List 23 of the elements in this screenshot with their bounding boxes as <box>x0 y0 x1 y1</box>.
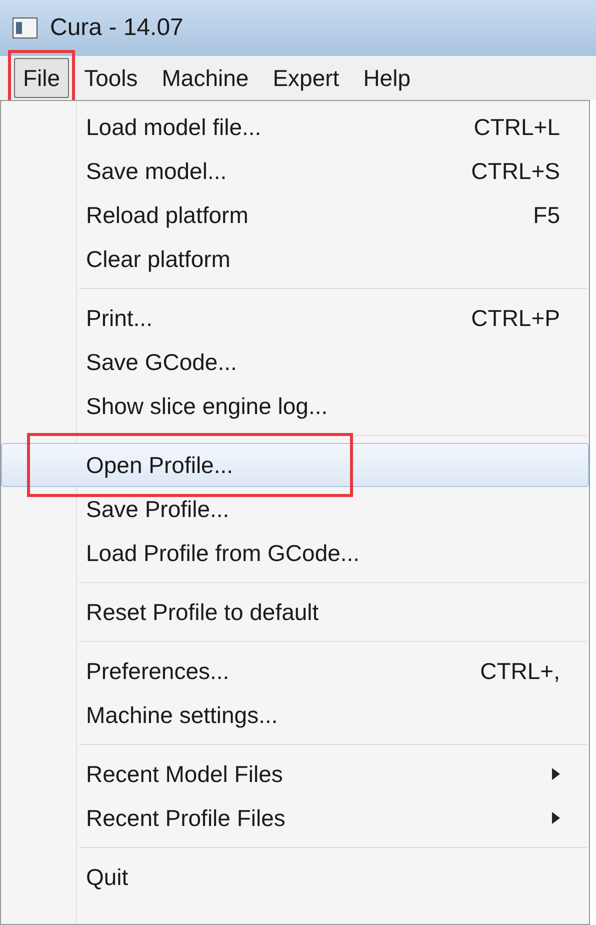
menu-bar-item[interactable]: Tools <box>75 58 147 98</box>
menu-bar-item[interactable]: Expert <box>264 58 348 98</box>
menu-item[interactable]: Show slice engine log... <box>1 384 589 428</box>
menu-item[interactable]: Load model file... CTRL+L <box>1 105 589 149</box>
menu-item[interactable]: Machine settings... <box>1 693 589 737</box>
menu-item[interactable]: Save Profile... <box>1 487 589 531</box>
menu-item[interactable]: Reload platform F5 <box>1 193 589 237</box>
menu-item[interactable]: Preferences... CTRL+, <box>1 649 589 693</box>
menu-bar-item[interactable]: File <box>14 58 70 98</box>
menu-item[interactable]: Save model... CTRL+S <box>1 149 589 193</box>
menu-item[interactable]: Recent Model Files <box>1 752 589 796</box>
menu-bar-item[interactable]: Machine <box>152 58 258 98</box>
menu-item[interactable]: Clear platform <box>1 237 589 281</box>
menu-item[interactable]: Print... CTRL+P <box>1 296 589 340</box>
menu-item[interactable]: Save GCode... <box>1 340 589 384</box>
menu-item[interactable]: Reset Profile to default <box>1 590 589 634</box>
menu-item[interactable]: Load Profile from GCode... <box>1 531 589 575</box>
app-icon <box>12 17 38 39</box>
window-title: Cura - 14.07 <box>50 13 184 43</box>
menu-item[interactable]: Quit <box>1 855 589 899</box>
menu-item[interactable]: Open Profile... <box>1 443 589 487</box>
menu-bar-item[interactable]: Help <box>354 58 420 98</box>
menu-item[interactable]: Recent Profile Files <box>1 796 589 840</box>
